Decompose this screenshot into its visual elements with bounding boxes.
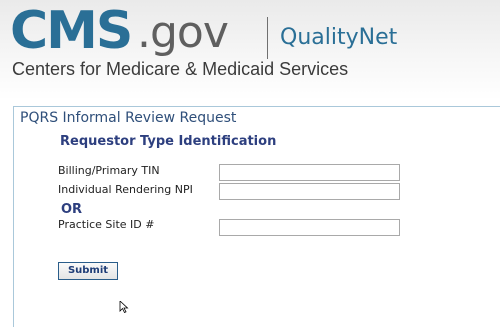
mouse-pointer-icon — [119, 301, 129, 313]
tin-label: Billing/Primary TIN — [58, 164, 160, 177]
review-request-form: PQRS Informal Review Request Requestor T… — [13, 106, 500, 327]
form-title: PQRS Informal Review Request — [20, 110, 237, 126]
npi-label: Individual Rendering NPI — [58, 183, 193, 196]
tin-input[interactable] — [219, 164, 400, 181]
cms-tagline: Centers for Medicare & Medicaid Services — [12, 59, 349, 79]
logo-cms-text: CMS — [10, 1, 133, 61]
practice-site-label: Practice Site ID # — [58, 218, 155, 231]
or-separator: OR — [61, 202, 83, 217]
submit-button[interactable]: Submit — [58, 262, 118, 280]
practice-site-input[interactable] — [219, 219, 400, 236]
section-heading: Requestor Type Identification — [60, 134, 277, 149]
logo-divider — [267, 17, 268, 59]
site-header: CMS .gov QualityNet Centers for Medicare… — [0, 0, 500, 100]
logo-qualitynet-text: QualityNet — [280, 25, 398, 50]
npi-input[interactable] — [219, 183, 400, 200]
logo-dotgov-text: .gov — [137, 7, 229, 58]
